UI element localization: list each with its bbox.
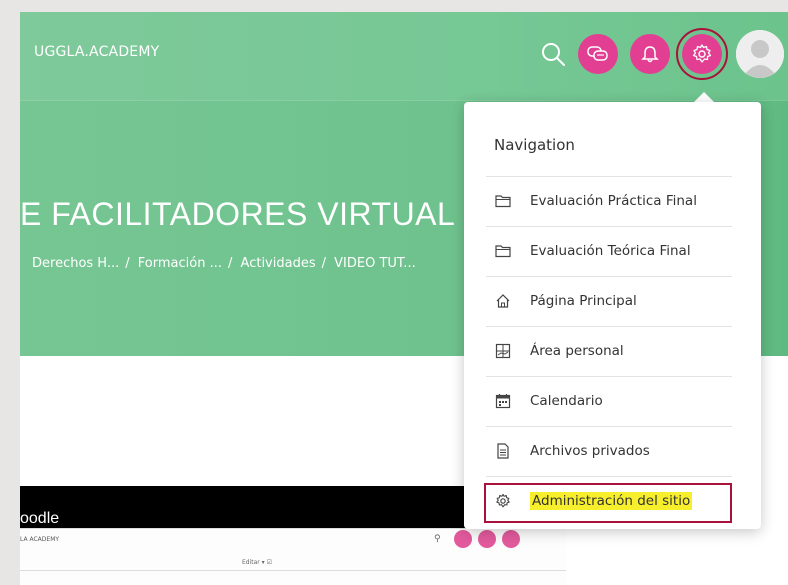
menu-item-label: Calendario: [530, 392, 603, 409]
dashboard-icon: [490, 343, 516, 359]
file-icon: [490, 442, 516, 459]
menu-item-calendario[interactable]: Calendario: [486, 376, 732, 424]
breadcrumb-item[interactable]: Actividades: [241, 256, 316, 271]
menu-item-label: Página Principal: [530, 292, 637, 309]
bell-icon: [641, 46, 659, 63]
dropdown-caret: [694, 92, 714, 102]
preview-edit-menu: Editar ▾ ☑: [242, 559, 272, 566]
menu-item-area-personal[interactable]: Área personal: [486, 326, 732, 374]
site-brand[interactable]: UGGLA.ACADEMY: [34, 44, 159, 60]
folder-icon: [490, 244, 516, 258]
breadcrumb-separator: /: [228, 256, 233, 271]
menu-item-label: Evaluación Teórica Final: [530, 242, 691, 259]
notifications-button[interactable]: [630, 34, 670, 74]
menu-item-label: Evaluación Práctica Final: [530, 192, 697, 209]
breadcrumb: Derechos H... / Formación ... / Actividade…: [32, 256, 420, 271]
search-icon[interactable]: [539, 40, 567, 68]
preview-button: [478, 530, 496, 548]
breadcrumb-item[interactable]: VIDEO TUT...: [334, 256, 416, 271]
menu-item-archivos-privados[interactable]: Archivos privados: [486, 426, 732, 474]
preview-button: [502, 530, 520, 548]
chat-icon: [587, 46, 608, 61]
menu-item-label: Área personal: [530, 342, 624, 359]
preview-divider: [20, 570, 566, 571]
settings-button[interactable]: [682, 34, 722, 74]
dropdown-heading: Navigation: [494, 136, 575, 154]
breadcrumb-item[interactable]: Derechos H...: [32, 256, 119, 271]
navigation-dropdown: Navigation Evaluación Práctica Final Eva…: [464, 102, 761, 529]
preview-search-icon: ⚲: [434, 534, 441, 544]
messages-button[interactable]: [578, 34, 618, 74]
calendar-icon: [490, 393, 516, 409]
top-navbar: UGGLA.ACADEMY: [20, 12, 788, 100]
gear-icon: [692, 44, 712, 63]
menu-item-evaluacion-teorica[interactable]: Evaluación Teórica Final: [486, 226, 732, 274]
preview-brand: LA ACADEMY: [20, 536, 60, 543]
menu-item-label: Archivos privados: [530, 442, 650, 459]
annotation-highlight-box: [484, 483, 732, 523]
home-icon: [490, 293, 516, 309]
video-label: oodle: [20, 510, 60, 527]
breadcrumb-separator: /: [321, 256, 326, 271]
menu-item-evaluacion-practica[interactable]: Evaluación Práctica Final: [486, 176, 732, 224]
menu-item-pagina-principal[interactable]: Página Principal: [486, 276, 732, 324]
user-avatar[interactable]: [736, 30, 784, 78]
preview-button: [454, 530, 472, 548]
folder-icon: [490, 194, 516, 208]
course-title: E FACILITADORES VIRTUAL: [20, 196, 456, 232]
user-icon: [736, 30, 784, 78]
breadcrumb-separator: /: [125, 256, 130, 271]
breadcrumb-item[interactable]: Formación ...: [138, 256, 222, 271]
